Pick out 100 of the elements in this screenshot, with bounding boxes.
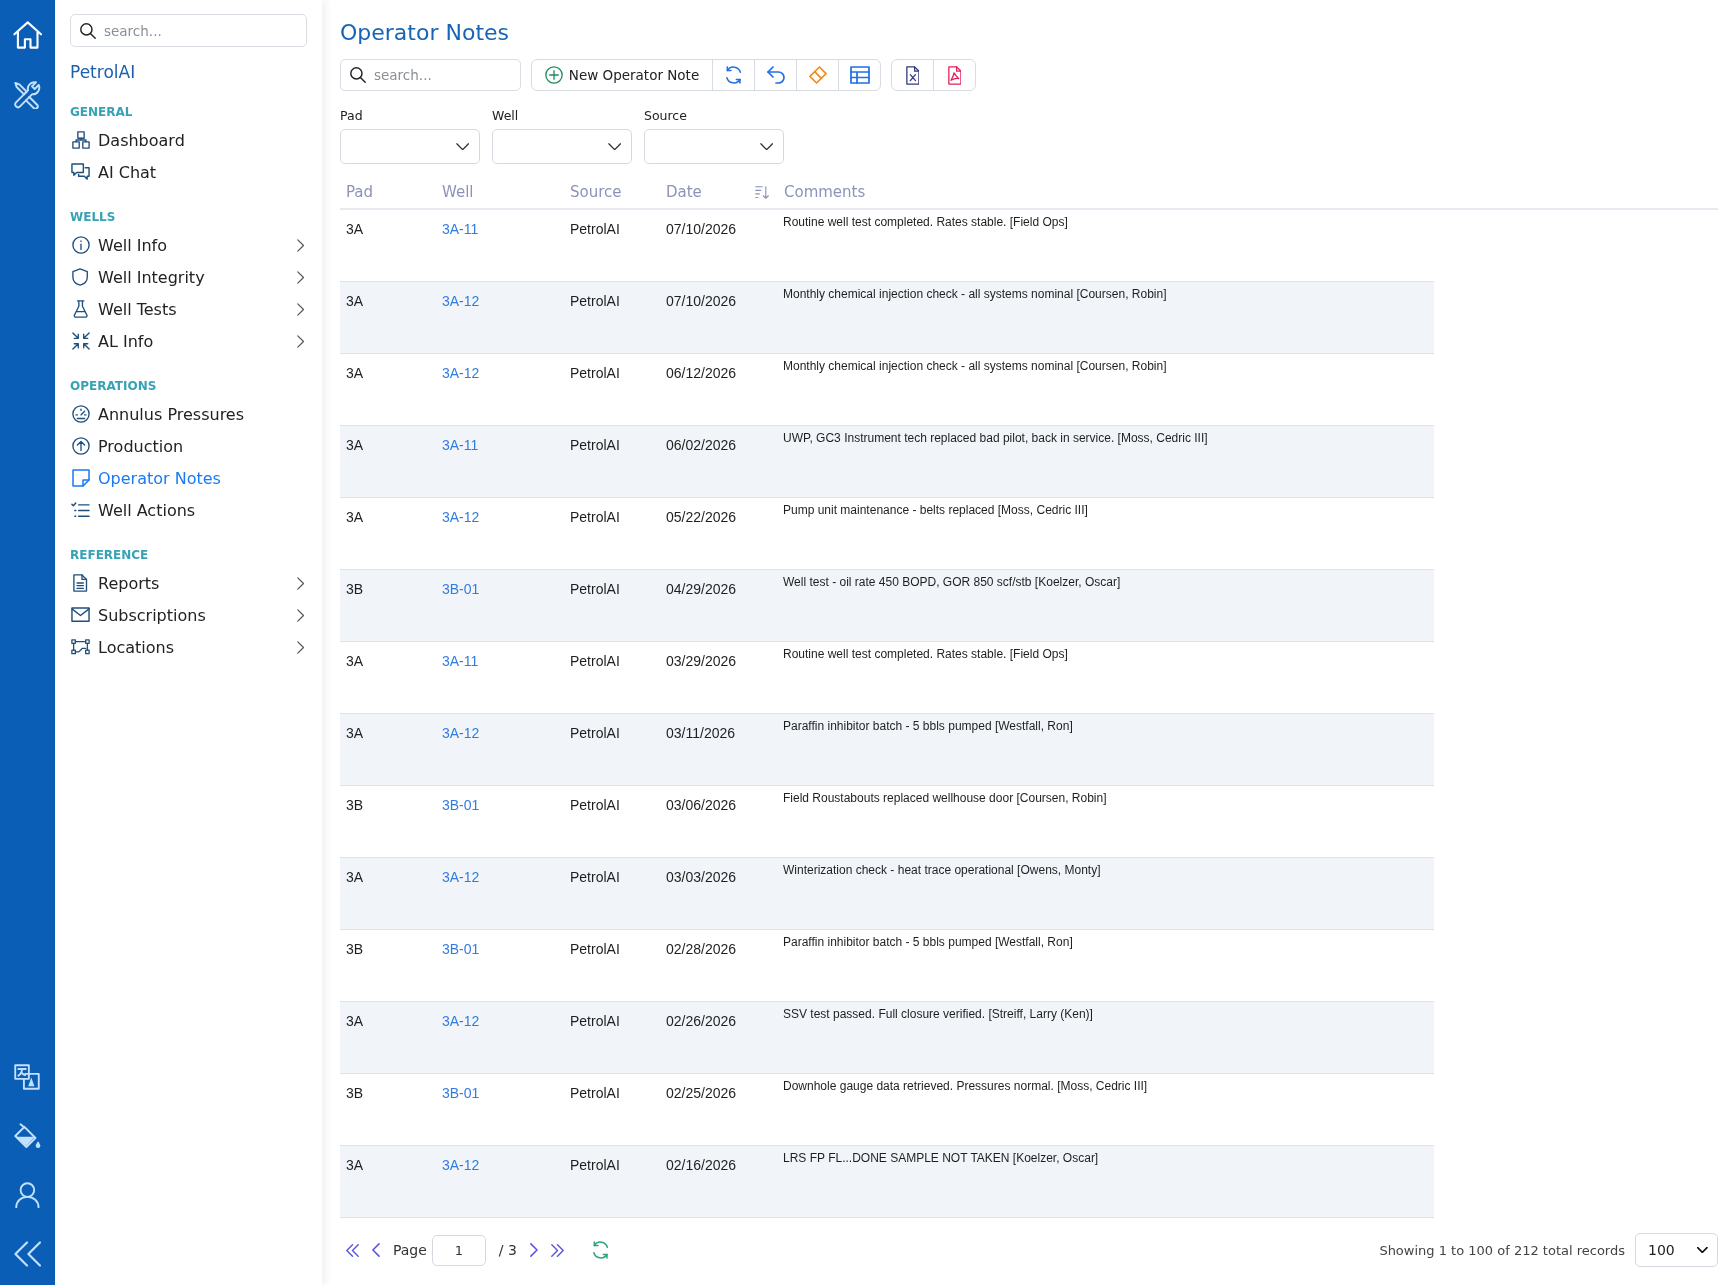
- next-page-icon[interactable]: [529, 1243, 538, 1257]
- table-cell: PetrolAI: [570, 292, 620, 310]
- table-cell: 3A: [346, 1012, 364, 1030]
- page-title: Operator Notes: [340, 19, 509, 47]
- nav-item[interactable]: Well Integrity: [70, 261, 307, 293]
- well-link[interactable]: 3B-01: [442, 580, 480, 598]
- nav-item[interactable]: Dashboard: [70, 124, 307, 156]
- table-cell: PetrolAI: [570, 364, 620, 382]
- well-link[interactable]: 3A-11: [442, 220, 479, 238]
- table-cell: 3A: [346, 292, 364, 310]
- well-link[interactable]: 3A-12: [442, 364, 480, 382]
- well-link[interactable]: 3A-12: [442, 724, 480, 742]
- nav-item[interactable]: AL Info: [70, 325, 307, 357]
- column-header[interactable]: Pad: [346, 183, 374, 201]
- table-cell: Downhole gauge data retrieved. Pressures normal. [Moss, Cedric III]: [783, 1078, 1148, 1094]
- nav-item[interactable]: Subscriptions: [70, 599, 307, 631]
- chevron-down-icon: [759, 142, 773, 151]
- column-header[interactable]: Comments: [784, 183, 866, 201]
- nav-item[interactable]: Production: [70, 430, 307, 462]
- table-cell: 3B: [346, 940, 364, 958]
- table-cell: 06/02/2026: [666, 436, 737, 454]
- nav-item[interactable]: Annulus Pressures: [70, 398, 307, 430]
- table-cell: 3A: [346, 724, 364, 742]
- table-cell: PetrolAI: [570, 724, 620, 742]
- well-link[interactable]: 3B-01: [442, 940, 480, 958]
- paint-bucket-icon[interactable]: [13, 1123, 42, 1149]
- table-cell: Monthly chemical injection check - all systems nominal [Coursen, Robin]: [783, 358, 1167, 374]
- excel-export-button[interactable]: [891, 59, 934, 91]
- table-view-button[interactable]: [838, 59, 881, 91]
- page-count: / 3: [498, 1242, 517, 1258]
- chevron-down-icon: [1697, 1247, 1708, 1253]
- section-heading: OPERATIONS: [70, 378, 158, 395]
- table-cell: 04/29/2026: [666, 580, 737, 598]
- dropdown-field[interactable]: [644, 129, 784, 164]
- user-icon[interactable]: [15, 1182, 40, 1208]
- undo-button[interactable]: [754, 59, 797, 91]
- table-cell: 07/10/2026: [666, 292, 737, 310]
- document-icon: [73, 574, 88, 592]
- refresh-icon: [725, 66, 742, 84]
- well-link[interactable]: 3A-11: [442, 652, 479, 670]
- table-cell: PetrolAI: [570, 796, 620, 814]
- table-cell: 3B: [346, 796, 364, 814]
- table-cell: PetrolAI: [570, 652, 620, 670]
- table-cell: Well test - oil rate 450 BOPD, GOR 850 scf/stb [Koelzer, Oscar]: [783, 574, 1121, 590]
- spreadsheet-file-icon: [905, 65, 920, 85]
- well-link[interactable]: 3B-01: [442, 796, 480, 814]
- well-link[interactable]: 3A-12: [442, 1012, 480, 1030]
- search-icon: [80, 22, 96, 39]
- chevron-right-icon: [296, 302, 304, 316]
- first-page-icon[interactable]: [346, 1243, 359, 1257]
- table-cell: PetrolAI: [570, 1156, 620, 1174]
- table-cell: Routine well test completed. Rates stable. [Field Ops]: [783, 214, 1068, 230]
- arrows-inward-icon: [71, 332, 90, 350]
- nav-item[interactable]: Well Info: [70, 229, 307, 261]
- eraser-button[interactable]: [796, 59, 839, 91]
- refresh-icon[interactable]: [592, 1241, 609, 1259]
- pdf-export-button[interactable]: [933, 59, 976, 91]
- column-header[interactable]: Date: [666, 183, 702, 201]
- column-header[interactable]: Well: [442, 183, 474, 201]
- nav-item[interactable]: Reports: [70, 567, 307, 599]
- table-cell: PetrolAI: [570, 1084, 620, 1102]
- nav-item[interactable]: Operator Notes: [70, 462, 307, 494]
- search-field[interactable]: search...: [70, 14, 307, 47]
- new-note-button[interactable]: New Operator Note: [531, 59, 713, 91]
- nav-item[interactable]: Well Actions: [70, 494, 307, 526]
- well-link[interactable]: 3A-12: [442, 868, 480, 886]
- last-page-icon[interactable]: [550, 1243, 564, 1257]
- refresh-button[interactable]: [712, 59, 755, 91]
- table-icon: [849, 66, 870, 84]
- nav-item[interactable]: Locations: [70, 631, 307, 663]
- table-cell: Winterization check - heat trace operational [Owens, Monty]: [783, 862, 1101, 878]
- page-size-select[interactable]: 100: [1635, 1233, 1718, 1267]
- table-cell: 02/28/2026: [666, 940, 737, 958]
- table-cell: PetrolAI: [570, 940, 620, 958]
- column-header[interactable]: Source: [570, 183, 622, 201]
- well-link[interactable]: 3A-11: [442, 436, 479, 454]
- dropdown-field[interactable]: [340, 129, 480, 164]
- table-cell: 3A: [346, 220, 364, 238]
- tools-icon[interactable]: [14, 81, 41, 109]
- well-link[interactable]: 3B-01: [442, 1084, 480, 1102]
- home-icon[interactable]: [12, 21, 43, 49]
- well-link[interactable]: 3A-12: [442, 292, 480, 310]
- page-label: Page: [392, 1242, 427, 1258]
- table-cell: 3A: [346, 868, 364, 886]
- well-link[interactable]: 3A-12: [442, 508, 480, 526]
- nav-item[interactable]: Well Tests: [70, 293, 307, 325]
- page-input[interactable]: 1: [431, 1234, 486, 1266]
- sort-descending-icon[interactable]: [755, 185, 769, 199]
- table-cell: 02/25/2026: [666, 1084, 737, 1102]
- previous-page-icon[interactable]: [372, 1243, 380, 1257]
- table-cell: 3A: [346, 652, 364, 670]
- table-cell: 02/26/2026: [666, 1012, 737, 1030]
- table-cell: 03/11/2026: [666, 724, 736, 742]
- double-chevron-left-icon[interactable]: [13, 1241, 42, 1267]
- nav-item[interactable]: AI Chat: [70, 156, 307, 188]
- translate-icon[interactable]: [14, 1064, 41, 1090]
- well-link[interactable]: 3A-12: [442, 1156, 480, 1174]
- dropdown-field[interactable]: [492, 129, 632, 164]
- search-field[interactable]: search...: [340, 59, 521, 91]
- table-cell: Pump unit maintenance - belts replaced [Moss, Cedric III]: [783, 502, 1088, 518]
